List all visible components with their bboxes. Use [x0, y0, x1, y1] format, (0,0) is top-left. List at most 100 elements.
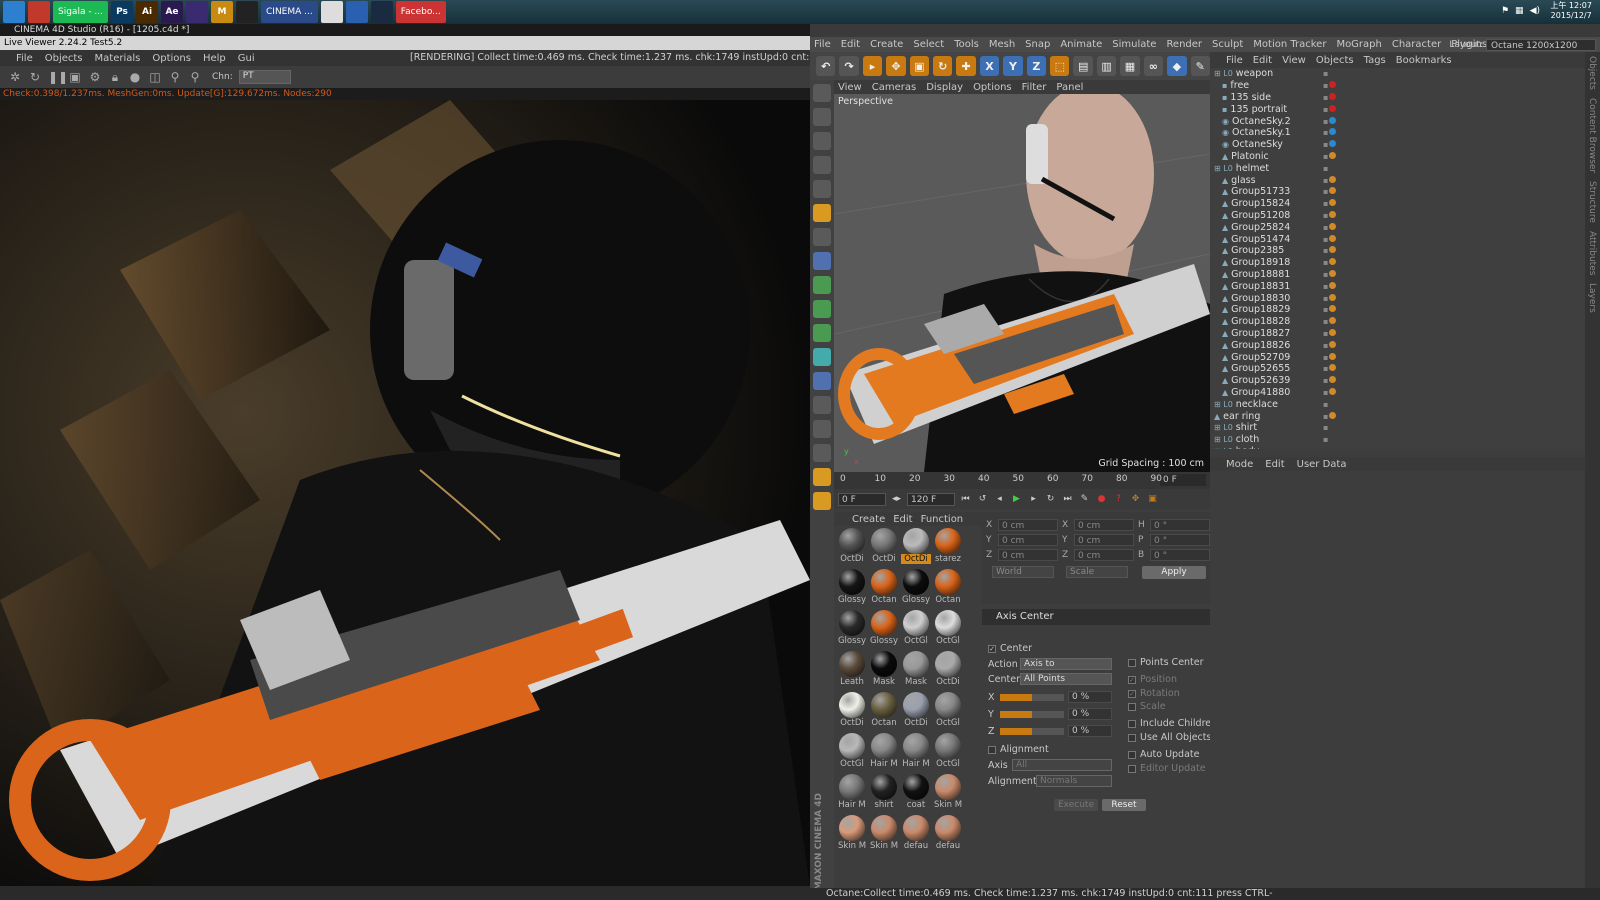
- material-swatch[interactable]: OctGl: [933, 608, 962, 649]
- visibility-icon[interactable]: ▪: [1323, 294, 1328, 303]
- c4d-menu-item[interactable]: Select: [913, 39, 944, 50]
- expand-icon[interactable]: ⊞ L0: [1214, 69, 1233, 78]
- visibility-icon[interactable]: ▪: [1323, 128, 1328, 137]
- taskbar-app-icon[interactable]: [186, 1, 209, 23]
- network-icon[interactable]: ▦: [1515, 6, 1524, 16]
- tool-icon-12[interactable]: [813, 348, 831, 366]
- visibility-icon[interactable]: ▪: [1323, 353, 1328, 362]
- channel-select[interactable]: PT: [238, 70, 291, 84]
- visibility-icon[interactable]: ▪: [1323, 305, 1328, 314]
- alignment-checkbox-row[interactable]: Alignment: [988, 744, 1049, 755]
- tag-icon[interactable]: [1329, 116, 1337, 124]
- object-row[interactable]: ▲ ear ring ▪: [1210, 410, 1585, 422]
- c4d-menu-item[interactable]: File: [814, 39, 831, 50]
- scale-checkbox[interactable]: [1128, 702, 1136, 711]
- axis-dropdown[interactable]: All: [1012, 759, 1112, 771]
- material-swatch[interactable]: OctDi: [901, 690, 931, 731]
- tag-icon[interactable]: [1329, 128, 1337, 136]
- taskbar-chrome-icon[interactable]: Facebo...: [395, 1, 446, 23]
- material-swatch[interactable]: Skin M: [869, 813, 899, 854]
- visibility-icon[interactable]: ▪: [1323, 93, 1328, 102]
- current-frame-field[interactable]: 0 F: [1160, 474, 1206, 486]
- object-row[interactable]: ▲ Group25824 ▪: [1210, 221, 1585, 233]
- editor-update-checkbox[interactable]: [1128, 764, 1136, 773]
- side-tab[interactable]: Content Browser: [1585, 94, 1599, 177]
- tag-icon[interactable]: [1329, 340, 1337, 348]
- material-swatch[interactable]: OctGl: [837, 731, 867, 772]
- material-swatch[interactable]: OctDi: [933, 649, 962, 690]
- lv-menu-materials[interactable]: Materials: [95, 53, 141, 64]
- object-row[interactable]: ▲ Group51208 ▪: [1210, 210, 1585, 222]
- viewport-menu-item[interactable]: Options: [973, 82, 1012, 93]
- object-menu-item[interactable]: Edit: [1253, 55, 1272, 66]
- material-swatch[interactable]: defau: [901, 813, 931, 854]
- tag-icon[interactable]: [1329, 364, 1337, 372]
- record-icon[interactable]: ●: [1095, 493, 1108, 506]
- pos-z-field[interactable]: 0 cm: [998, 548, 1058, 561]
- object-row[interactable]: ▲ Group18828 ▪: [1210, 316, 1585, 328]
- tool-icon-6[interactable]: [813, 204, 831, 222]
- viewport[interactable]: Perspective y x Grid Spacing : 100 cm: [834, 94, 1210, 472]
- object-row[interactable]: ▲ Group51474 ▪: [1210, 233, 1585, 245]
- tool-icon-13[interactable]: [813, 372, 831, 390]
- visibility-icon[interactable]: ▪: [1323, 176, 1328, 185]
- material-swatch[interactable]: Skin M: [933, 772, 962, 813]
- visibility-icon[interactable]: ▪: [1323, 376, 1328, 385]
- editor-update-row[interactable]: Editor Update: [1128, 763, 1206, 774]
- select-icon[interactable]: ▸: [862, 56, 883, 76]
- visibility-icon[interactable]: ▪: [1323, 211, 1328, 220]
- object-row[interactable]: ⊞ L0 weapon ▪: [1210, 68, 1585, 80]
- tag-icon[interactable]: [1329, 376, 1337, 384]
- visibility-icon[interactable]: ▪: [1323, 364, 1328, 373]
- material-swatch[interactable]: OctDi: [837, 690, 867, 731]
- object-row[interactable]: ◉ OctaneSky ▪: [1210, 139, 1585, 151]
- z-slider[interactable]: [1000, 727, 1064, 735]
- material-swatch[interactable]: Octan: [933, 567, 962, 608]
- reset-button[interactable]: Reset: [1102, 799, 1146, 811]
- size-z-field[interactable]: 0 cm: [1074, 548, 1134, 561]
- tag-icon[interactable]: [1329, 222, 1337, 230]
- visibility-icon[interactable]: ▪: [1323, 447, 1328, 449]
- viewport-menu-item[interactable]: Filter: [1022, 82, 1047, 93]
- object-row[interactable]: ⊞ L0 shirt ▪: [1210, 422, 1585, 434]
- visibility-icon[interactable]: ▪: [1323, 258, 1328, 267]
- pin-icon[interactable]: ⚲: [168, 70, 182, 84]
- visibility-icon[interactable]: ▪: [1323, 282, 1328, 291]
- undo-icon[interactable]: ↶: [816, 56, 836, 76]
- alignment-dropdown[interactable]: Normals: [1036, 775, 1112, 787]
- object-row[interactable]: ⊞ L0 cloth ▪: [1210, 434, 1585, 446]
- tag-icon[interactable]: [1329, 328, 1337, 336]
- scale-icon[interactable]: ▣: [909, 56, 930, 76]
- object-row[interactable]: ▲ Group18829 ▪: [1210, 304, 1585, 316]
- render-region-icon[interactable]: ▤: [1073, 56, 1093, 76]
- c4d-menu-item[interactable]: MoGraph: [1336, 39, 1381, 50]
- tag-icon[interactable]: [1329, 151, 1337, 159]
- visibility-icon[interactable]: ▪: [1323, 164, 1328, 173]
- object-row[interactable]: ▲ Group18918 ▪: [1210, 257, 1585, 269]
- expand-icon[interactable]: ⊞ L0: [1214, 447, 1233, 449]
- size-y-field[interactable]: 0 cm: [1074, 533, 1134, 546]
- object-row[interactable]: ◉ OctaneSky.1 ▪: [1210, 127, 1585, 139]
- action-dropdown[interactable]: Axis to: [1020, 658, 1112, 670]
- render-viewport[interactable]: [0, 100, 810, 886]
- scale-dropdown[interactable]: Scale: [1066, 566, 1128, 578]
- visibility-icon[interactable]: ▪: [1323, 388, 1328, 397]
- visibility-icon[interactable]: ▪: [1323, 435, 1328, 444]
- move-icon[interactable]: ✥: [886, 56, 906, 76]
- taskbar-illustrator-icon[interactable]: Ai: [136, 1, 159, 23]
- alignment-checkbox[interactable]: [988, 745, 996, 754]
- rotation-row[interactable]: ✓ Rotation: [1128, 688, 1180, 699]
- material-swatch[interactable]: OctDi: [901, 526, 931, 567]
- render-settings-icon[interactable]: ▦: [1120, 56, 1140, 76]
- material-swatch[interactable]: defau: [933, 813, 962, 854]
- tool-icon-10[interactable]: [813, 300, 831, 318]
- clock[interactable]: 上午 12:07 2015/12/7: [1550, 1, 1592, 21]
- pos-y-field[interactable]: 0 cm: [998, 533, 1058, 546]
- object-row[interactable]: ▲ Group52709 ▪: [1210, 351, 1585, 363]
- next-frame-icon[interactable]: ▸: [1027, 493, 1040, 506]
- coord-system-icon[interactable]: ⬚: [1050, 56, 1070, 76]
- tag-icon[interactable]: [1329, 293, 1337, 301]
- tag-icon[interactable]: [1329, 305, 1337, 313]
- c4d-menu-item[interactable]: Simulate: [1112, 39, 1156, 50]
- size-x-field[interactable]: 0 cm: [1074, 518, 1134, 531]
